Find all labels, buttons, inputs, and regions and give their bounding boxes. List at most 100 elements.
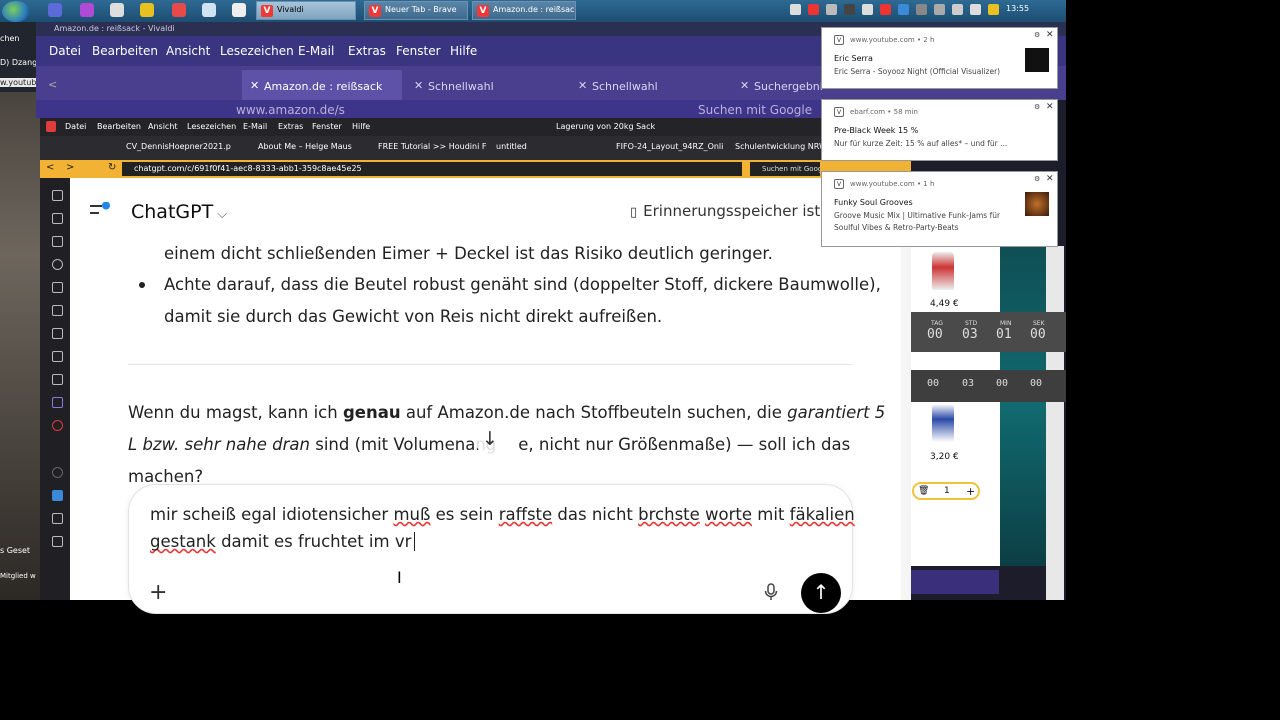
app-icon[interactable]	[232, 3, 246, 17]
downloads-icon[interactable]	[52, 236, 63, 247]
app-icon[interactable]	[172, 3, 186, 17]
tray-icon[interactable]	[988, 4, 999, 15]
menu-datei[interactable]: Datei	[65, 122, 86, 131]
menu-hilfe[interactable]: Hilfe	[450, 44, 477, 58]
tray-icon[interactable]	[952, 4, 963, 15]
sidebar-toggle-icon[interactable]	[90, 201, 112, 222]
gear-icon[interactable]: ⚙	[1034, 175, 1040, 183]
menu-email[interactable]: E-Mail	[298, 44, 334, 58]
close-icon[interactable]: ✕	[1046, 30, 1054, 40]
tab-schnellwahl-2[interactable]: ✕ Schnellwahl	[570, 70, 730, 100]
product-image[interactable]	[932, 252, 954, 290]
tray-icon[interactable]	[898, 4, 909, 15]
menu-fenster[interactable]: Fenster	[312, 122, 342, 131]
bookmark-item[interactable]: Schulentwicklung NRW	[735, 142, 827, 151]
reload-icon[interactable]: ↻	[108, 162, 116, 173]
plus-icon[interactable]: +	[966, 485, 975, 498]
tray-icon[interactable]	[916, 4, 927, 15]
menu-lesezeichen[interactable]: Lesezeichen	[187, 122, 236, 131]
video-icon[interactable]	[52, 490, 63, 501]
quantity-stepper[interactable]: 🗑 1 +	[912, 482, 980, 500]
menu-ansicht[interactable]: Ansicht	[166, 44, 210, 58]
tray-icon[interactable]	[844, 4, 855, 15]
menu-datei[interactable]: Datei	[49, 44, 81, 58]
tray-icon[interactable]	[880, 4, 891, 15]
back-icon[interactable]: <	[48, 78, 57, 91]
clock[interactable]: 13:55	[1006, 4, 1029, 13]
tray-icon[interactable]	[862, 4, 873, 15]
tab-schnellwahl[interactable]: ✕ Schnellwahl	[406, 70, 566, 100]
bookmark-panel-icon[interactable]	[52, 190, 63, 201]
close-icon[interactable]: ✕	[740, 79, 749, 92]
mail-icon[interactable]	[52, 305, 63, 316]
tray-icon[interactable]	[970, 4, 981, 15]
app-icon[interactable]	[48, 3, 62, 17]
bookmark-item[interactable]: About Me – Helge Maus	[258, 142, 352, 151]
volume-muted-icon[interactable]	[808, 4, 819, 15]
close-icon[interactable]: ✕	[1046, 102, 1054, 112]
scroll-to-bottom-button[interactable]: ↓	[474, 424, 506, 454]
close-icon[interactable]: ✕	[578, 79, 587, 92]
close-icon[interactable]: ✕	[250, 79, 259, 92]
gear-icon[interactable]: ⚙	[1034, 31, 1040, 39]
outer-search-input[interactable]: Suchen mit Google	[698, 103, 812, 117]
tray-icon[interactable]	[790, 4, 801, 15]
url-field[interactable]: chatgpt.com/c/691f0f41-aec8-8333-abb1-35…	[122, 162, 742, 176]
menu-hilfe[interactable]: Hilfe	[352, 122, 370, 131]
menu-extras[interactable]: Extras	[348, 44, 386, 58]
app-icon[interactable]	[80, 3, 94, 17]
menu-extras[interactable]: Extras	[278, 122, 303, 131]
bookmark-item[interactable]: FIFO-24_Layout_94RZ_Onli	[616, 142, 723, 151]
search-field[interactable]: Suchen mit Google	[750, 162, 820, 176]
start-button[interactable]	[2, 1, 30, 22]
model-selector[interactable]: ChatGPT ⌵	[131, 201, 227, 223]
mastodon-icon[interactable]	[52, 397, 63, 408]
notification[interactable]: V www.youtube.com • 2 h ⚙ ✕ Eric Serra E…	[821, 27, 1058, 89]
app-icon[interactable]	[202, 3, 216, 17]
menu-email[interactable]: E-Mail	[243, 122, 267, 131]
notification[interactable]: V ebarf.com • 58 min ⚙ ✕ Pre-Black Week …	[821, 99, 1058, 161]
outer-url[interactable]: www.amazon.de/s	[236, 103, 345, 117]
taskbar-task-vivaldi[interactable]: V Vivaldi	[256, 1, 356, 20]
close-icon[interactable]: ✕	[1046, 174, 1054, 184]
gear-icon[interactable]: ⚙	[1034, 103, 1040, 111]
reading-list-icon[interactable]	[52, 213, 63, 224]
notification[interactable]: V www.youtube.com • 1 h ⚙ ✕ Funky Soul G…	[821, 171, 1058, 247]
back-icon[interactable]: <	[46, 162, 54, 173]
add-panel-icon[interactable]	[52, 536, 63, 547]
vivaldi-panel-icon[interactable]	[52, 420, 63, 431]
tray-icon[interactable]	[826, 4, 837, 15]
prompt-input-line[interactable]: mir scheiß egal idiotensicher muß es sei…	[150, 505, 855, 524]
close-icon[interactable]: ✕	[414, 79, 423, 92]
panel-icon[interactable]	[52, 513, 63, 524]
translate-icon[interactable]	[52, 328, 63, 339]
memory-button[interactable]: ▯ Erinnerungsspeicher ist	[630, 202, 820, 220]
scrollbar[interactable]	[1046, 246, 1064, 600]
bookmark-item[interactable]: FREE Tutorial >> Houdini F	[378, 142, 486, 151]
menu-lesezeichen[interactable]: Lesezeichen	[220, 44, 294, 58]
history-icon[interactable]	[52, 259, 63, 270]
menu-fenster[interactable]: Fenster	[396, 44, 441, 58]
app-icon[interactable]	[110, 3, 124, 17]
tasks-icon[interactable]	[52, 374, 63, 385]
notes-icon[interactable]	[52, 282, 63, 293]
product-image[interactable]	[932, 404, 954, 442]
add-attachment-button[interactable]: +	[149, 580, 167, 605]
menu-bearbeiten[interactable]: Bearbeiten	[97, 122, 141, 131]
taskbar-task-brave[interactable]: V Neuer Tab - Brave	[364, 1, 468, 20]
tab-amazon[interactable]: ✕ Amazon.de : reißsack	[242, 70, 402, 100]
menu-ansicht[interactable]: Ansicht	[148, 122, 178, 131]
feed-icon[interactable]	[52, 351, 63, 362]
forward-icon[interactable]: >	[66, 162, 74, 173]
prompt-input-line[interactable]: gestank damit es fruchtet im vr​	[150, 532, 416, 551]
bookmark-item[interactable]: untitled	[496, 142, 527, 151]
send-button[interactable]: ↑	[801, 573, 841, 613]
taskbar-task-amazon[interactable]: V Amazon.de : reißsac...	[472, 1, 576, 20]
microphone-button[interactable]	[764, 583, 778, 605]
tray-icon[interactable]	[934, 4, 945, 15]
trash-icon[interactable]: 🗑	[918, 486, 929, 496]
app-icon[interactable]	[140, 3, 154, 17]
menu-bearbeiten[interactable]: Bearbeiten	[92, 44, 158, 58]
bookmark-item[interactable]: CV_DennisHoepner2021.p	[126, 142, 231, 151]
circle-icon[interactable]	[52, 467, 63, 478]
